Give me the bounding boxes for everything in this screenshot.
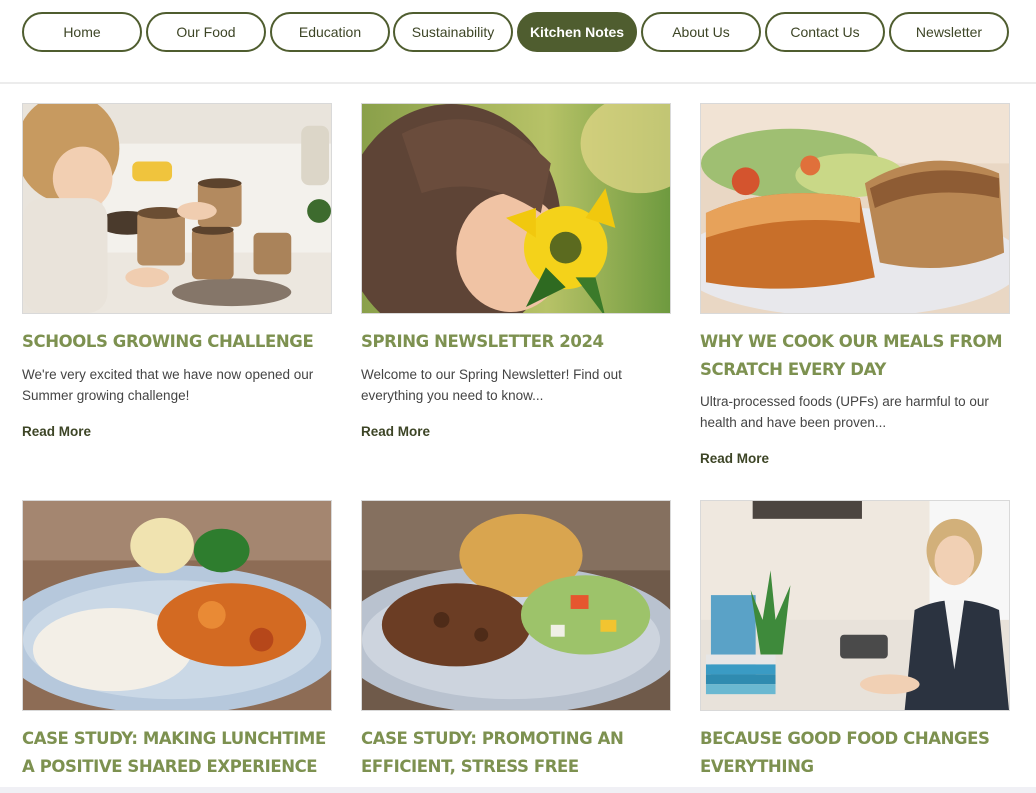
nav-about-us[interactable]: About Us <box>641 12 761 52</box>
post-title[interactable]: SCHOOLS GROWING CHALLENGE <box>22 328 332 356</box>
nav-home[interactable]: Home <box>22 12 142 52</box>
read-more-link[interactable]: Read More <box>22 424 91 439</box>
post-card: WHY WE COOK OUR MEALS FROM SCRATCH EVERY… <box>700 103 1010 473</box>
post-image-sunflower-child[interactable] <box>361 103 671 314</box>
post-card: CASE STUDY: PROMOTING AN EFFICIENT, STRE… <box>361 500 671 793</box>
nav-kitchen-notes[interactable]: Kitchen Notes <box>517 12 637 52</box>
post-title[interactable]: SPRING NEWSLETTER 2024 <box>361 328 671 356</box>
post-image-mince-salad[interactable] <box>361 500 671 711</box>
post-title[interactable]: CASE STUDY: MAKING LUNCHTIME A POSITIVE … <box>22 725 332 781</box>
post-title[interactable]: WHY WE COOK OUR MEALS FROM SCRATCH EVERY… <box>700 328 1010 384</box>
nav-contact-us[interactable]: Contact Us <box>765 12 885 52</box>
post-card: BECAUSE GOOD FOOD CHANGES EVERYTHING <box>700 500 1010 787</box>
read-more-link[interactable]: Read More <box>700 451 769 466</box>
post-image-lasagne[interactable] <box>700 103 1010 314</box>
post-excerpt: Ultra-processed foods (UPFs) are harmful… <box>700 394 989 430</box>
post-title[interactable]: CASE STUDY: PROMOTING AN EFFICIENT, STRE… <box>361 725 671 793</box>
post-card: SCHOOLS GROWING CHALLENGE We're very exc… <box>22 103 332 473</box>
page-footer-edge <box>0 787 1036 793</box>
post-title[interactable]: BECAUSE GOOD FOOD CHANGES EVERYTHING <box>700 725 1010 781</box>
post-image-woman-desk[interactable] <box>700 500 1010 711</box>
nav-our-food[interactable]: Our Food <box>146 12 266 52</box>
post-card: SPRING NEWSLETTER 2024 Welcome to our Sp… <box>361 103 671 473</box>
nav-education[interactable]: Education <box>270 12 390 52</box>
post-excerpt: We're very excited that we have now open… <box>22 367 314 403</box>
nav-sustainability[interactable]: Sustainability <box>393 12 513 52</box>
top-navigation: Home Our Food Education Sustainability K… <box>0 0 1036 84</box>
post-image-curry-rice[interactable] <box>22 500 332 711</box>
read-more-link[interactable]: Read More <box>361 424 430 439</box>
post-card: CASE STUDY: MAKING LUNCHTIME A POSITIVE … <box>22 500 332 787</box>
nav-newsletter[interactable]: Newsletter <box>889 12 1009 52</box>
post-image-child-planting[interactable] <box>22 103 332 314</box>
post-excerpt: Welcome to our Spring Newsletter! Find o… <box>361 367 622 403</box>
